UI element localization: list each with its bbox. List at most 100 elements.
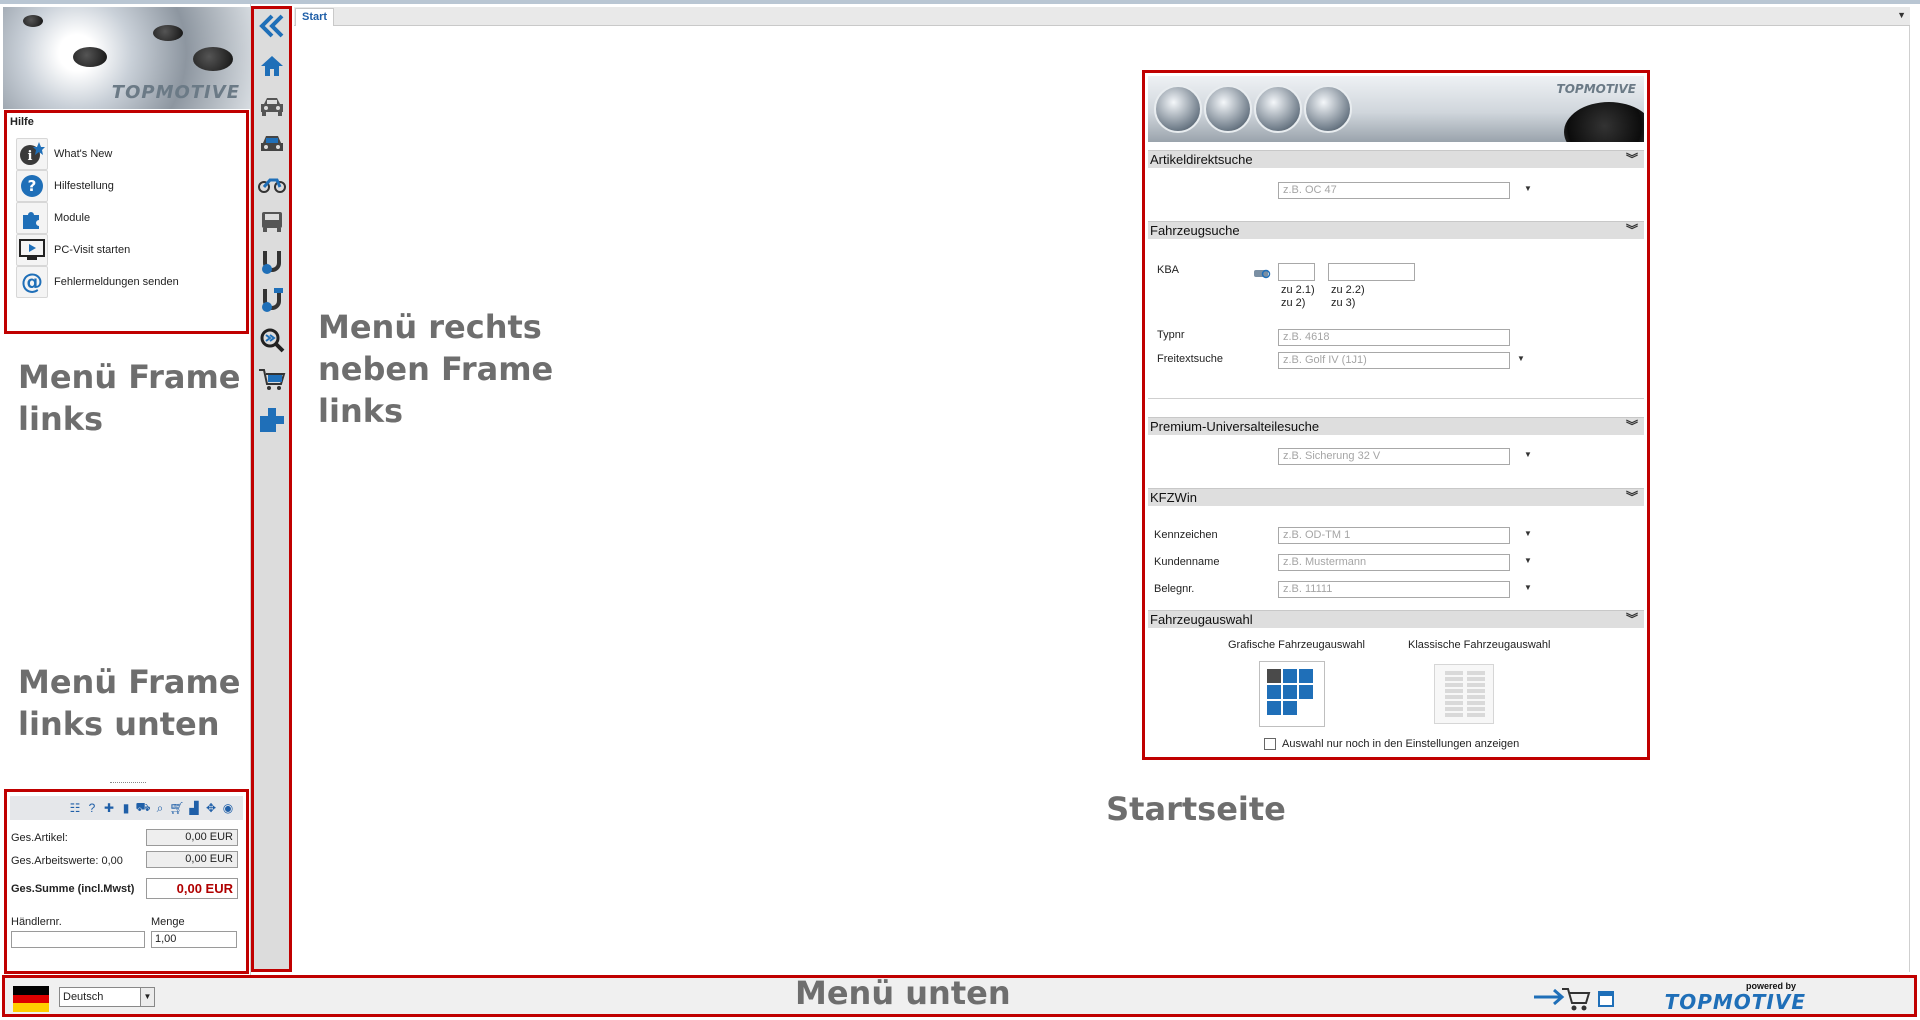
annotation-line: neben Frame — [318, 350, 554, 388]
left-frame: TOPMOTIVE Hilfe i What's New ? Hilfestel… — [0, 4, 251, 976]
tile — [1267, 669, 1281, 683]
auswahl-checkbox[interactable] — [1264, 738, 1276, 750]
section-kfzwin[interactable]: KFZWin ︾ — [1148, 488, 1644, 506]
list-column — [1445, 671, 1463, 717]
tile — [1299, 685, 1313, 699]
auswahl-checkbox-label: Auswahl nur noch in den Einstellungen an… — [1282, 738, 1520, 750]
magnet-icon[interactable] — [257, 247, 287, 277]
topmotive-logo-text: TOPMOTIVE — [1556, 82, 1636, 96]
tab-start[interactable]: Start — [295, 8, 335, 26]
cart-icon[interactable]: 🛒︎ — [169, 801, 184, 815]
typnr-label: Typnr — [1157, 329, 1185, 341]
chevron-double-down-icon[interactable]: ︾ — [1626, 489, 1638, 506]
wheel-hole-graphic — [23, 15, 43, 27]
kennzeichen-dropdown-icon[interactable]: ▼ — [1524, 529, 1532, 538]
ges-artikel-value: 0,00 EUR — [146, 829, 238, 846]
car-icon[interactable] — [257, 129, 287, 159]
annotation-line: Menü rechts — [318, 308, 542, 346]
topmotive-footer-logo: TOPMOTIVE — [1665, 990, 1806, 1014]
tile — [1283, 701, 1297, 715]
help-item-pc-visit[interactable]: PC-Visit starten — [16, 232, 236, 268]
chevron-double-down-icon[interactable]: ︾ — [1626, 418, 1638, 435]
collapse-left-icon[interactable] — [257, 11, 287, 41]
topmotive-logo-text: TOPMOTIVE — [111, 82, 240, 103]
kennzeichen-label: Kennzeichen — [1154, 529, 1218, 541]
belegnr-input[interactable]: z.B. 11111 — [1278, 581, 1510, 598]
search-icon[interactable]: ⌕ — [153, 801, 167, 815]
annotation-line: links — [318, 392, 404, 430]
artikel-dropdown-icon[interactable]: ▼ — [1524, 184, 1532, 193]
typnr-input[interactable]: z.B. 4618 — [1278, 329, 1510, 346]
kba-hint-line: zu 2.1) — [1281, 284, 1315, 296]
cart-icon[interactable] — [257, 365, 287, 395]
factory-icon[interactable]: ▟ — [187, 801, 201, 815]
grafische-auswahl-button[interactable] — [1259, 661, 1325, 727]
section-fahrzeugauswahl[interactable]: Fahrzeugauswahl ︾ — [1148, 610, 1644, 628]
tab-dropdown-icon[interactable]: ▼ — [1897, 10, 1906, 20]
info-star-icon: i — [16, 138, 48, 170]
help-icon[interactable]: ? — [85, 801, 99, 815]
haendlernr-label: Händlernr. — [11, 916, 62, 928]
ges-summe-label: Ges.Summe (incl.Mwst) — [11, 883, 135, 895]
kundenname-dropdown-icon[interactable]: ▼ — [1524, 556, 1532, 565]
magnet-alt-icon[interactable] — [257, 285, 287, 315]
menge-input[interactable]: 1,00 — [151, 931, 237, 948]
kennzeichen-input[interactable]: z.B. OD-TM 1 — [1278, 527, 1510, 544]
truck-icon[interactable]: ⛟ — [135, 800, 150, 815]
frame-splitter-handle[interactable] — [110, 782, 146, 785]
chevron-double-down-icon[interactable]: ︾ — [1626, 222, 1638, 239]
car-front-image-icon — [1204, 85, 1252, 133]
truck-icon[interactable] — [257, 207, 287, 237]
list-icon[interactable]: ☷ — [68, 801, 82, 815]
belegnr-label: Belegnr. — [1154, 583, 1195, 595]
help-item-label: PC-Visit starten — [54, 244, 131, 256]
blocks-icon[interactable] — [257, 405, 287, 435]
section-artikeldirektsuche[interactable]: Artikeldirektsuche ︾ — [1148, 150, 1644, 168]
section-title: Premium-Universalteilesuche — [1150, 419, 1320, 434]
help-item-module[interactable]: Module — [16, 200, 236, 236]
puzzle-icon[interactable]: ✚ — [102, 801, 116, 815]
section-premium-universalteilesuche[interactable]: Premium-Universalteilesuche ︾ — [1148, 417, 1644, 435]
section-fahrzeugsuche[interactable]: Fahrzeugsuche ︾ — [1148, 221, 1644, 239]
car-front-icon[interactable] — [257, 91, 287, 121]
premium-search-input[interactable]: z.B. Sicherung 32 V — [1278, 448, 1510, 465]
artikel-search-input[interactable]: z.B. OC 47 — [1278, 182, 1510, 199]
klassische-auswahl-button[interactable] — [1434, 664, 1494, 724]
language-select[interactable]: Deutsch ▼ — [59, 987, 155, 1007]
topmotive-logo: TOPMOTIVE — [1557, 82, 1636, 96]
search-forward-icon[interactable] — [257, 325, 287, 355]
eye-icon[interactable]: ◉ — [221, 801, 235, 815]
motorcycle-image-icon — [1304, 85, 1352, 133]
chevron-double-down-icon[interactable]: ︾ — [1626, 611, 1638, 628]
belegnr-dropdown-icon[interactable]: ▼ — [1524, 583, 1532, 592]
annotation-startseite: Startseite — [1106, 790, 1286, 828]
motorcycle-icon[interactable] — [257, 169, 287, 199]
section-title: Artikeldirektsuche — [1150, 152, 1253, 167]
premium-dropdown-icon[interactable]: ▼ — [1524, 450, 1532, 459]
car-search-icon[interactable] — [1253, 266, 1271, 283]
move-icon[interactable]: ✥ — [204, 801, 218, 815]
german-flag-icon[interactable] — [13, 986, 49, 1012]
kba-input-2[interactable] — [1328, 263, 1415, 281]
list-column — [1467, 671, 1485, 717]
annotation-menu-unten: Menü unten — [795, 974, 1011, 1012]
kba-input-1[interactable] — [1278, 263, 1315, 281]
chevron-double-down-icon[interactable]: ︾ — [1626, 151, 1638, 168]
book-icon[interactable]: ▮ — [119, 801, 133, 815]
kba-hint-2: zu 2.2) zu 3) — [1331, 284, 1365, 310]
freitext-input[interactable]: z.B. Golf IV (1J1) — [1278, 352, 1510, 369]
window-icon[interactable] — [1598, 991, 1614, 1010]
cart-forward-icon[interactable] — [1532, 985, 1592, 1016]
window-top-border — [0, 0, 1920, 4]
kundenname-input[interactable]: z.B. Mustermann — [1278, 554, 1510, 571]
freitext-dropdown-icon[interactable]: ▼ — [1517, 354, 1525, 363]
haendlernr-input[interactable] — [11, 931, 145, 948]
svg-text:i: i — [28, 149, 33, 164]
kba-label: KBA — [1157, 264, 1180, 276]
chevron-down-icon[interactable]: ▼ — [140, 988, 154, 1006]
help-item-hilfestellung[interactable]: ? Hilfestellung — [16, 168, 236, 204]
summary-toolbar: ☷ ? ✚ ▮ ⛟ ⌕ 🛒︎ ▟ ✥ ◉ — [10, 796, 243, 820]
help-item-fehlermeldungen[interactable]: @ Fehlermeldungen senden — [16, 264, 236, 300]
help-item-whats-new[interactable]: i What's New — [16, 136, 236, 172]
home-icon[interactable] — [257, 51, 287, 81]
